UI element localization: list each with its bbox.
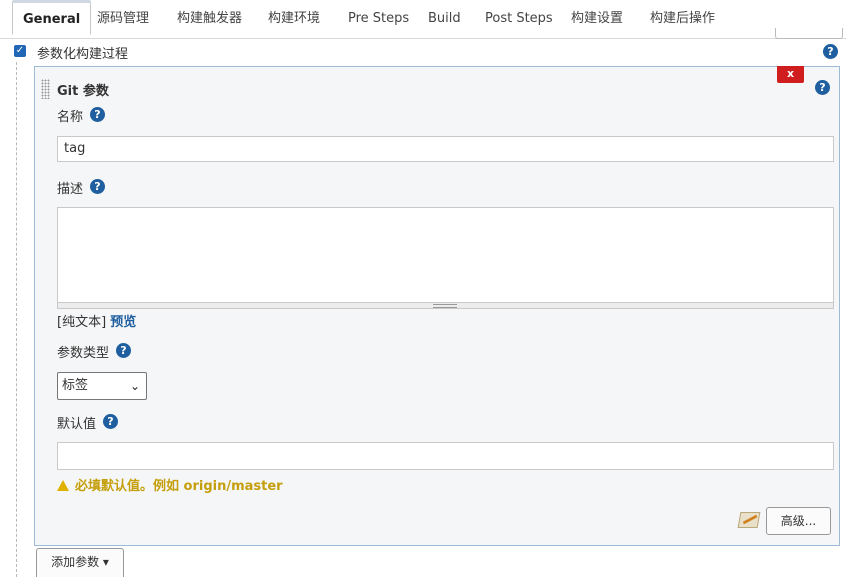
top-button-stub[interactable] — [775, 28, 843, 39]
help-icon[interactable]: ? — [116, 343, 131, 358]
add-parameter-button[interactable]: 添加参数 ▾ — [36, 548, 124, 577]
notepad-edit-icon[interactable] — [737, 512, 761, 528]
tab-post-steps[interactable]: Post Steps — [485, 0, 553, 38]
tab-build-environment[interactable]: 构建环境 — [268, 0, 320, 38]
default-value-warning: 必填默认值。例如 origin/master — [57, 475, 283, 494]
delete-parameter-button[interactable]: x — [777, 66, 804, 83]
help-icon[interactable]: ? — [90, 107, 105, 122]
tab-build-triggers[interactable]: 构建触发器 — [177, 0, 242, 38]
param-type-value: 标签 — [62, 378, 89, 393]
preview-link[interactable]: 预览 — [110, 315, 136, 330]
text-format-line: [纯文本] 预览 — [57, 311, 136, 330]
tab-build[interactable]: Build — [428, 0, 461, 38]
git-parameter-panel: Git 参数 x ? 名称 ? tag 描述 ? [纯文本] 预览 参数类型 ?… — [34, 66, 840, 546]
param-type-label: 参数类型 — [57, 346, 110, 361]
tab-post-build-actions[interactable]: 构建后操作 — [650, 0, 715, 38]
tab-source-control[interactable]: 源码管理 — [97, 0, 149, 38]
help-icon[interactable]: ? — [103, 414, 118, 429]
tab-bar: General 源码管理 构建触发器 构建环境 Pre Steps Build … — [0, 0, 846, 39]
parameterized-build-checkbox[interactable]: ✓ — [14, 45, 26, 57]
help-icon[interactable]: ? — [823, 44, 838, 59]
warning-icon — [57, 480, 69, 491]
advanced-button[interactable]: 高级... — [766, 507, 831, 535]
tab-build-settings[interactable]: 构建设置 — [571, 0, 623, 38]
name-label: 名称 — [57, 110, 84, 125]
description-label: 描述 — [57, 182, 84, 197]
tab-general[interactable]: General — [12, 0, 92, 35]
param-type-select[interactable]: 标签 ⌄ — [57, 372, 147, 400]
chevron-down-icon: ⌄ — [129, 379, 140, 393]
default-value-input[interactable] — [57, 442, 834, 470]
textarea-resize-bar[interactable] — [57, 303, 834, 309]
drag-handle-icon[interactable] — [41, 79, 50, 99]
panel-title: Git 参数 — [57, 84, 109, 99]
default-value-label: 默认值 — [57, 417, 97, 432]
section-guide-line — [16, 62, 17, 577]
help-icon[interactable]: ? — [90, 179, 105, 194]
name-input[interactable]: tag — [57, 136, 834, 162]
parameterized-build-label: 参数化构建过程 — [37, 47, 129, 62]
help-icon[interactable]: ? — [815, 80, 830, 95]
plain-text-label: [纯文本] — [57, 315, 107, 330]
tab-pre-steps[interactable]: Pre Steps — [348, 0, 409, 38]
description-textarea[interactable] — [57, 207, 834, 303]
